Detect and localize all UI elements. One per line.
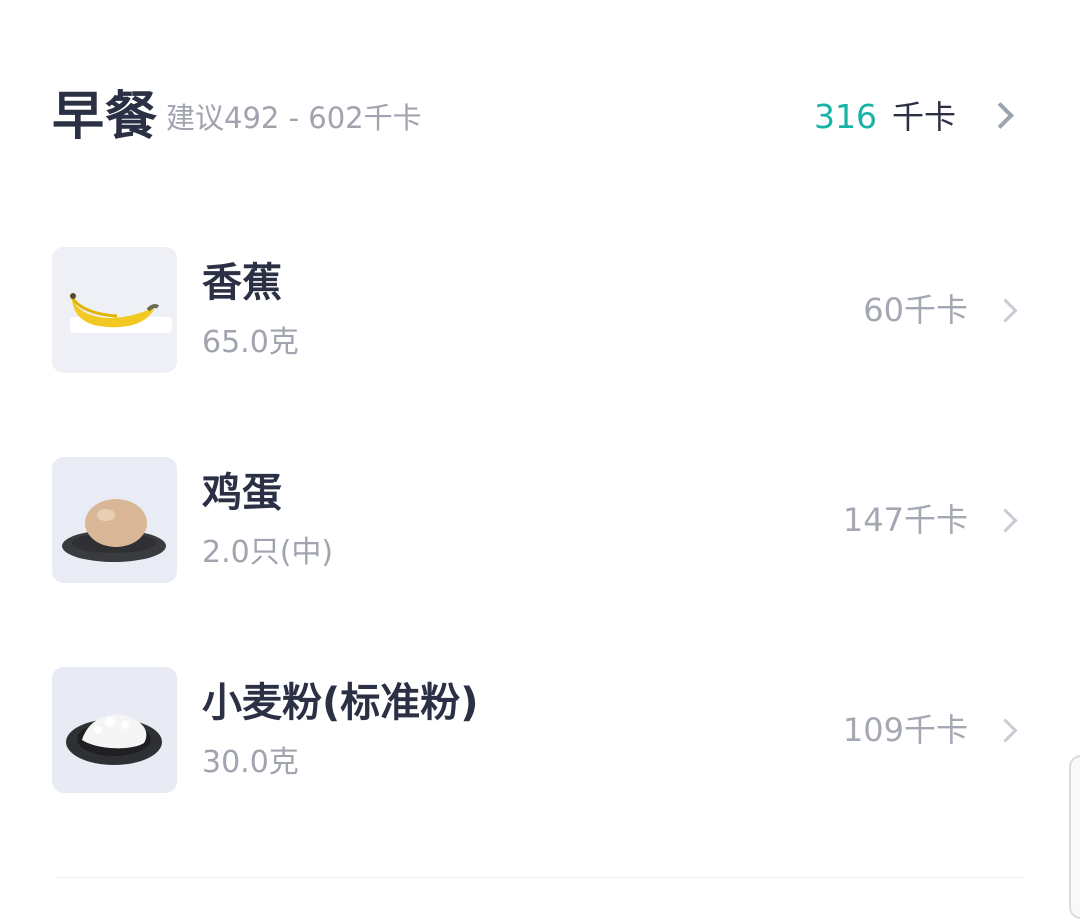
chevron-right-icon[interactable]: [987, 102, 1014, 129]
food-calories: 147千卡: [842, 501, 968, 539]
chevron-right-icon[interactable]: [993, 718, 1018, 743]
food-amount: 30.0克: [202, 745, 299, 780]
food-calories: 109千卡: [842, 711, 968, 749]
food-item-flour[interactable]: 小麦粉(标准粉) 30.0克 109千卡: [52, 667, 1020, 793]
food-calories: 60千卡: [863, 291, 968, 329]
chevron-right-icon[interactable]: [993, 298, 1018, 323]
food-item-egg[interactable]: 鸡蛋 2.0只(中) 147千卡: [52, 457, 1020, 583]
food-name: 鸡蛋: [202, 470, 282, 516]
egg-image: [52, 457, 177, 583]
side-handle[interactable]: [1069, 755, 1080, 919]
banana-image: [52, 247, 177, 373]
food-amount: 65.0克: [202, 325, 299, 360]
meal-title: 早餐: [52, 87, 159, 147]
meal-header[interactable]: 早餐 建议492 - 602千卡 316 千卡: [52, 82, 1020, 152]
meal-suggested-range: 建议492 - 602千卡: [166, 101, 422, 135]
section-divider: [56, 877, 1024, 878]
flour-image: [52, 667, 177, 793]
meal-total-unit: 千卡: [892, 98, 957, 136]
meal-total-calories: 316: [814, 97, 877, 136]
food-name: 小麦粉(标准粉): [202, 680, 479, 726]
chevron-right-icon[interactable]: [993, 508, 1018, 533]
food-item-banana[interactable]: 香蕉 65.0克 60千卡: [52, 247, 1020, 373]
food-name: 香蕉: [202, 260, 282, 306]
food-amount: 2.0只(中): [202, 535, 334, 570]
